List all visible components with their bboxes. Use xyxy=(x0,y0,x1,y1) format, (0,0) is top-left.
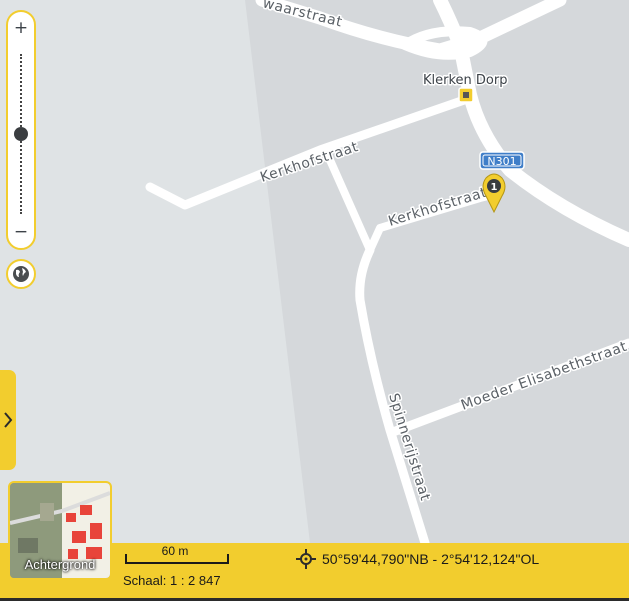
coordinates-text: 50°59'44,790"NB - 2°54'12,124"OL xyxy=(322,551,540,567)
zoom-control: + − xyxy=(6,10,36,250)
bus-stop-icon[interactable] xyxy=(458,87,474,103)
zoom-slider-handle[interactable] xyxy=(14,127,28,141)
marker-label: 1 xyxy=(491,182,498,193)
scale-text: Schaal: 1 : 2 847 xyxy=(123,573,221,588)
zoom-out-button[interactable]: − xyxy=(8,222,34,242)
side-panel-toggle[interactable] xyxy=(0,370,16,470)
chevron-right-icon xyxy=(4,412,13,428)
poi-label: Klerken Dorp xyxy=(423,73,507,88)
globe-button[interactable] xyxy=(6,259,36,289)
road-shield: N301 xyxy=(479,151,525,170)
zoom-in-button[interactable]: + xyxy=(8,18,34,38)
coordinates-readout: 50°59'44,790"NB - 2°54'12,124"OL xyxy=(296,549,539,569)
crosshair-icon[interactable] xyxy=(296,549,316,569)
background-layer-button[interactable]: Achtergrond xyxy=(8,481,112,580)
scale-bar xyxy=(125,554,229,564)
road-shield-label: N301 xyxy=(487,155,516,168)
globe-icon xyxy=(13,266,29,282)
background-label: Achtergrond xyxy=(24,557,96,572)
